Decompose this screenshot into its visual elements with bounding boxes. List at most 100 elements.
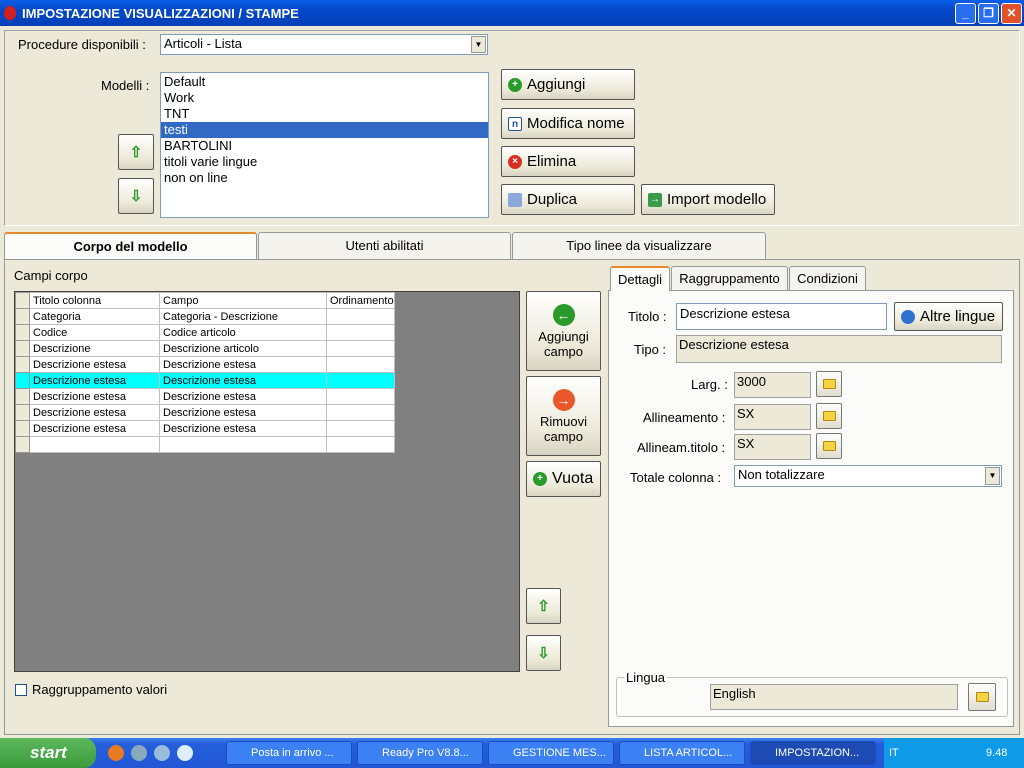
table-cell[interactable] xyxy=(326,340,395,357)
outlook-icon[interactable] xyxy=(131,745,147,761)
row-header[interactable] xyxy=(15,340,30,357)
align-folder-button[interactable] xyxy=(816,403,842,429)
table-cell[interactable] xyxy=(326,324,395,341)
model-item[interactable]: titoli varie lingue xyxy=(161,154,488,170)
model-item[interactable]: Default xyxy=(161,74,488,90)
ie-icon[interactable] xyxy=(154,745,170,761)
tab-raggruppamento[interactable]: Raggruppamento xyxy=(671,266,788,290)
table-row[interactable]: Descrizione Descrizione articolo xyxy=(15,340,395,357)
table-cell[interactable] xyxy=(326,436,395,453)
table-row[interactable]: Descrizione estesa Descrizione estesa xyxy=(15,372,395,389)
table-cell[interactable] xyxy=(326,388,395,405)
title-input[interactable]: Descrizione estesa xyxy=(676,303,887,330)
table-cell[interactable] xyxy=(326,356,395,373)
taskbar-item[interactable]: Posta in arrivo ... xyxy=(226,741,352,765)
table-cell[interactable]: Descrizione estesa xyxy=(159,404,327,421)
models-list[interactable]: Default Work TNT testi BARTOLINI titoli varie… xyxy=(160,72,489,218)
firefox-icon[interactable] xyxy=(108,745,124,761)
column-header[interactable]: Titolo colonna xyxy=(29,292,160,309)
other-languages-button[interactable]: Altre lingue xyxy=(894,302,1003,331)
fields-grid[interactable]: Titolo colonna Campo Ordinamento Categoria C… xyxy=(14,291,520,672)
model-item[interactable]: TNT xyxy=(161,106,488,122)
column-header[interactable]: Ordinamento xyxy=(326,292,395,309)
table-cell[interactable]: Categoria xyxy=(29,308,160,325)
tab-tipo-linee[interactable]: Tipo linee da visualizzare xyxy=(512,232,766,259)
add-model-button[interactable]: + Aggiungi xyxy=(501,69,635,100)
table-cell[interactable]: Descrizione estesa xyxy=(159,420,327,437)
language-indicator[interactable]: IT xyxy=(889,747,899,759)
taskbar-item-active[interactable]: IMPOSTAZION... xyxy=(750,741,876,765)
table-row-empty[interactable] xyxy=(15,436,395,453)
taskbar-item[interactable]: GESTIONE MES... xyxy=(488,741,614,765)
start-button[interactable]: start xyxy=(0,738,96,768)
table-cell[interactable] xyxy=(326,404,395,421)
model-item[interactable]: Work xyxy=(161,90,488,106)
table-cell[interactable]: Descrizione estesa xyxy=(159,388,327,405)
table-row[interactable]: Descrizione estesa Descrizione estesa xyxy=(15,388,395,405)
table-cell[interactable]: Descrizione articolo xyxy=(159,340,327,357)
group-values-checkbox[interactable] xyxy=(15,684,27,696)
table-cell[interactable]: Descrizione estesa xyxy=(29,404,160,421)
field-up-button[interactable]: ⇧ xyxy=(526,588,561,624)
row-header[interactable] xyxy=(15,324,30,341)
tab-condizioni[interactable]: Condizioni xyxy=(789,266,866,290)
table-cell[interactable] xyxy=(326,420,395,437)
import-model-button[interactable]: → Import modello xyxy=(641,184,775,215)
taskbar-item[interactable]: Ready Pro V8.8... xyxy=(357,741,483,765)
row-header[interactable] xyxy=(15,308,30,325)
row-header[interactable] xyxy=(15,404,30,421)
column-header[interactable]: Campo xyxy=(159,292,327,309)
clock[interactable]: 9.48 xyxy=(986,747,1007,759)
tab-utenti-abilitati[interactable]: Utenti abilitati xyxy=(258,232,511,259)
field-down-button[interactable]: ⇩ xyxy=(526,635,561,671)
table-cell[interactable]: Descrizione estesa xyxy=(29,372,160,389)
table-cell[interactable]: Categoria - Descrizione xyxy=(159,308,327,325)
table-row[interactable]: Categoria Categoria - Descrizione xyxy=(15,308,395,325)
minimize-button[interactable]: _ xyxy=(955,3,976,24)
align-title-folder-button[interactable] xyxy=(816,433,842,459)
table-cell[interactable]: Descrizione estesa xyxy=(29,420,160,437)
width-folder-button[interactable] xyxy=(816,371,842,397)
table-row[interactable]: Descrizione estesa Descrizione estesa xyxy=(15,420,395,437)
row-header[interactable] xyxy=(15,372,30,389)
table-row[interactable]: Descrizione estesa Descrizione estesa xyxy=(15,404,395,421)
fields-table[interactable]: Titolo colonna Campo Ordinamento Categoria C… xyxy=(15,292,395,453)
table-cell[interactable]: Descrizione estesa xyxy=(159,372,327,389)
table-row[interactable]: Descrizione estesa Descrizione estesa xyxy=(15,356,395,373)
row-header[interactable] xyxy=(15,356,30,373)
model-item[interactable]: testi xyxy=(161,122,488,138)
table-cell[interactable]: Descrizione estesa xyxy=(29,388,160,405)
procedure-select[interactable]: Articoli - Lista ▼ xyxy=(160,34,488,55)
table-cell[interactable] xyxy=(326,308,395,325)
total-select[interactable]: Non totalizzare ▼ xyxy=(734,465,1002,487)
row-header[interactable] xyxy=(15,388,30,405)
move-down-button[interactable]: ⇩ xyxy=(118,178,154,214)
media-player-icon[interactable] xyxy=(177,745,193,761)
maximize-button[interactable]: ❐ xyxy=(978,3,999,24)
table-cell[interactable]: Codice articolo xyxy=(159,324,327,341)
chevron-down-icon[interactable]: ▼ xyxy=(985,467,1000,485)
model-item[interactable]: non on line xyxy=(161,170,488,186)
tab-corpo-modello[interactable]: Corpo del modello xyxy=(4,232,257,260)
close-button[interactable]: ✕ xyxy=(1001,3,1022,24)
table-row[interactable]: Codice Codice articolo xyxy=(15,324,395,341)
table-cell[interactable]: Descrizione xyxy=(29,340,160,357)
rename-model-button[interactable]: n Modifica nome xyxy=(501,108,635,139)
row-header[interactable] xyxy=(15,420,30,437)
table-cell[interactable]: Descrizione estesa xyxy=(159,356,327,373)
remove-field-button[interactable]: → Rimuovi campo xyxy=(526,376,601,456)
model-item[interactable]: BARTOLINI xyxy=(161,138,488,154)
chevron-down-icon[interactable]: ▼ xyxy=(471,36,486,53)
table-cell[interactable] xyxy=(326,372,395,389)
tab-dettagli[interactable]: Dettagli xyxy=(610,266,670,291)
duplicate-model-button[interactable]: Duplica xyxy=(501,184,635,215)
language-folder-button[interactable] xyxy=(968,683,996,711)
empty-button[interactable]: + Vuota xyxy=(526,461,601,497)
move-up-button[interactable]: ⇧ xyxy=(118,134,154,170)
table-cell[interactable]: Codice xyxy=(29,324,160,341)
add-field-button[interactable]: ← Aggiungi campo xyxy=(526,291,601,371)
taskbar-item[interactable]: LISTA ARTICOL... xyxy=(619,741,745,765)
table-cell[interactable] xyxy=(29,436,160,453)
row-header[interactable] xyxy=(15,436,30,453)
table-cell[interactable] xyxy=(159,436,327,453)
